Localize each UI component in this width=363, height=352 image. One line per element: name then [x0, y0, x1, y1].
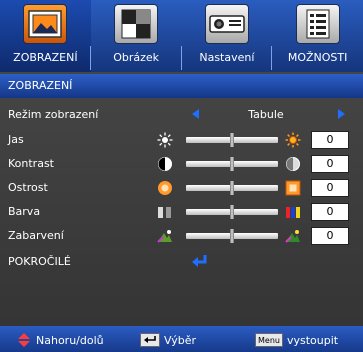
enter-icon[interactable]	[190, 253, 208, 269]
footer-nav-label: Nahoru/dolů	[36, 333, 104, 347]
contrast-value: 0	[311, 155, 349, 173]
sharpness-slider[interactable]	[186, 181, 278, 195]
menu-key-icon: Menu	[255, 333, 283, 347]
tint-row[interactable]: Zabarvení 0	[0, 224, 363, 248]
tint-value: 0	[311, 227, 349, 245]
slider-thumb[interactable]	[230, 205, 234, 219]
tab-label: Obrázek	[113, 51, 160, 64]
color-row[interactable]: Barva 0	[0, 200, 363, 224]
tab-label: Nastavení	[199, 51, 255, 64]
brightness-value: 0	[311, 131, 349, 149]
arrow-left-icon[interactable]	[192, 109, 199, 119]
up-down-arrows-icon	[18, 333, 30, 347]
sharpness-low-icon	[157, 180, 173, 196]
section-header: ZOBRAZENÍ	[0, 74, 363, 98]
enter-key-icon	[140, 333, 160, 347]
tab-label: MOŽNOSTI	[287, 51, 348, 64]
display-mode-value: Tabule	[248, 108, 284, 121]
footer-select-label: Výběr	[164, 333, 197, 347]
brightness-row[interactable]: Jas 0	[0, 128, 363, 152]
tab-options[interactable]: MOŽNOSTI	[272, 0, 363, 72]
color-low-icon	[157, 204, 173, 220]
contrast-low-icon	[157, 156, 173, 172]
contrast-slider[interactable]	[186, 157, 278, 171]
brightness-label: Jas	[8, 133, 24, 146]
slider-thumb[interactable]	[230, 229, 234, 243]
sun-bright-icon	[285, 132, 301, 148]
footer-select: Výběr	[140, 332, 196, 348]
tab-picture[interactable]: Obrázek	[91, 0, 182, 72]
display-mode-label: Režim zobrazení	[8, 108, 99, 121]
slider-thumb[interactable]	[230, 181, 234, 195]
advanced-label: POKROČILÉ	[8, 255, 71, 268]
tint-slider[interactable]	[186, 229, 278, 243]
sharpness-label: Ostrost	[8, 181, 48, 194]
color-label: Barva	[8, 205, 41, 218]
sharpness-row[interactable]: Ostrost 0	[0, 176, 363, 200]
tab-setup[interactable]: Nastavení	[182, 0, 273, 72]
color-slider[interactable]	[186, 205, 278, 219]
display-mode-row[interactable]: Režim zobrazení Tabule	[0, 103, 363, 127]
tab-label: ZOBRAZENÍ	[13, 51, 78, 64]
slider-thumb[interactable]	[230, 133, 234, 147]
footer-exit: Menu vystoupit	[255, 332, 338, 348]
footer-exit-label: vystoupit	[286, 333, 339, 347]
tint-label: Zabarvení	[8, 229, 64, 242]
footer-bar: Nahoru/dolů Výběr Menu vystoupit	[0, 326, 363, 352]
advanced-row[interactable]: POKROČILÉ	[0, 250, 363, 274]
contrast-label: Kontrast	[8, 157, 54, 170]
projector-icon	[204, 4, 249, 44]
contrast-high-icon	[285, 156, 301, 172]
document-list-icon	[295, 4, 340, 44]
tint-low-icon	[157, 228, 173, 244]
picture-frame-icon	[23, 4, 68, 44]
arrow-right-icon[interactable]	[338, 109, 345, 119]
sharpness-high-icon	[285, 180, 301, 196]
slider-thumb[interactable]	[230, 157, 234, 171]
tint-high-icon	[285, 228, 301, 244]
tab-display[interactable]: ZOBRAZENÍ	[0, 0, 91, 72]
osd-menu: ZOBRAZENÍ Obrázek Nastavení MOŽNOSTI ZOB…	[0, 0, 363, 352]
grayscale-pattern-icon	[114, 4, 159, 44]
tab-bar: ZOBRAZENÍ Obrázek Nastavení MOŽNOSTI	[0, 0, 363, 72]
contrast-row[interactable]: Kontrast 0	[0, 152, 363, 176]
color-value: 0	[311, 203, 349, 221]
sun-dim-icon	[157, 132, 173, 148]
brightness-slider[interactable]	[186, 133, 278, 147]
color-high-icon	[285, 204, 301, 220]
sharpness-value: 0	[311, 179, 349, 197]
footer-nav: Nahoru/dolů	[16, 332, 104, 348]
